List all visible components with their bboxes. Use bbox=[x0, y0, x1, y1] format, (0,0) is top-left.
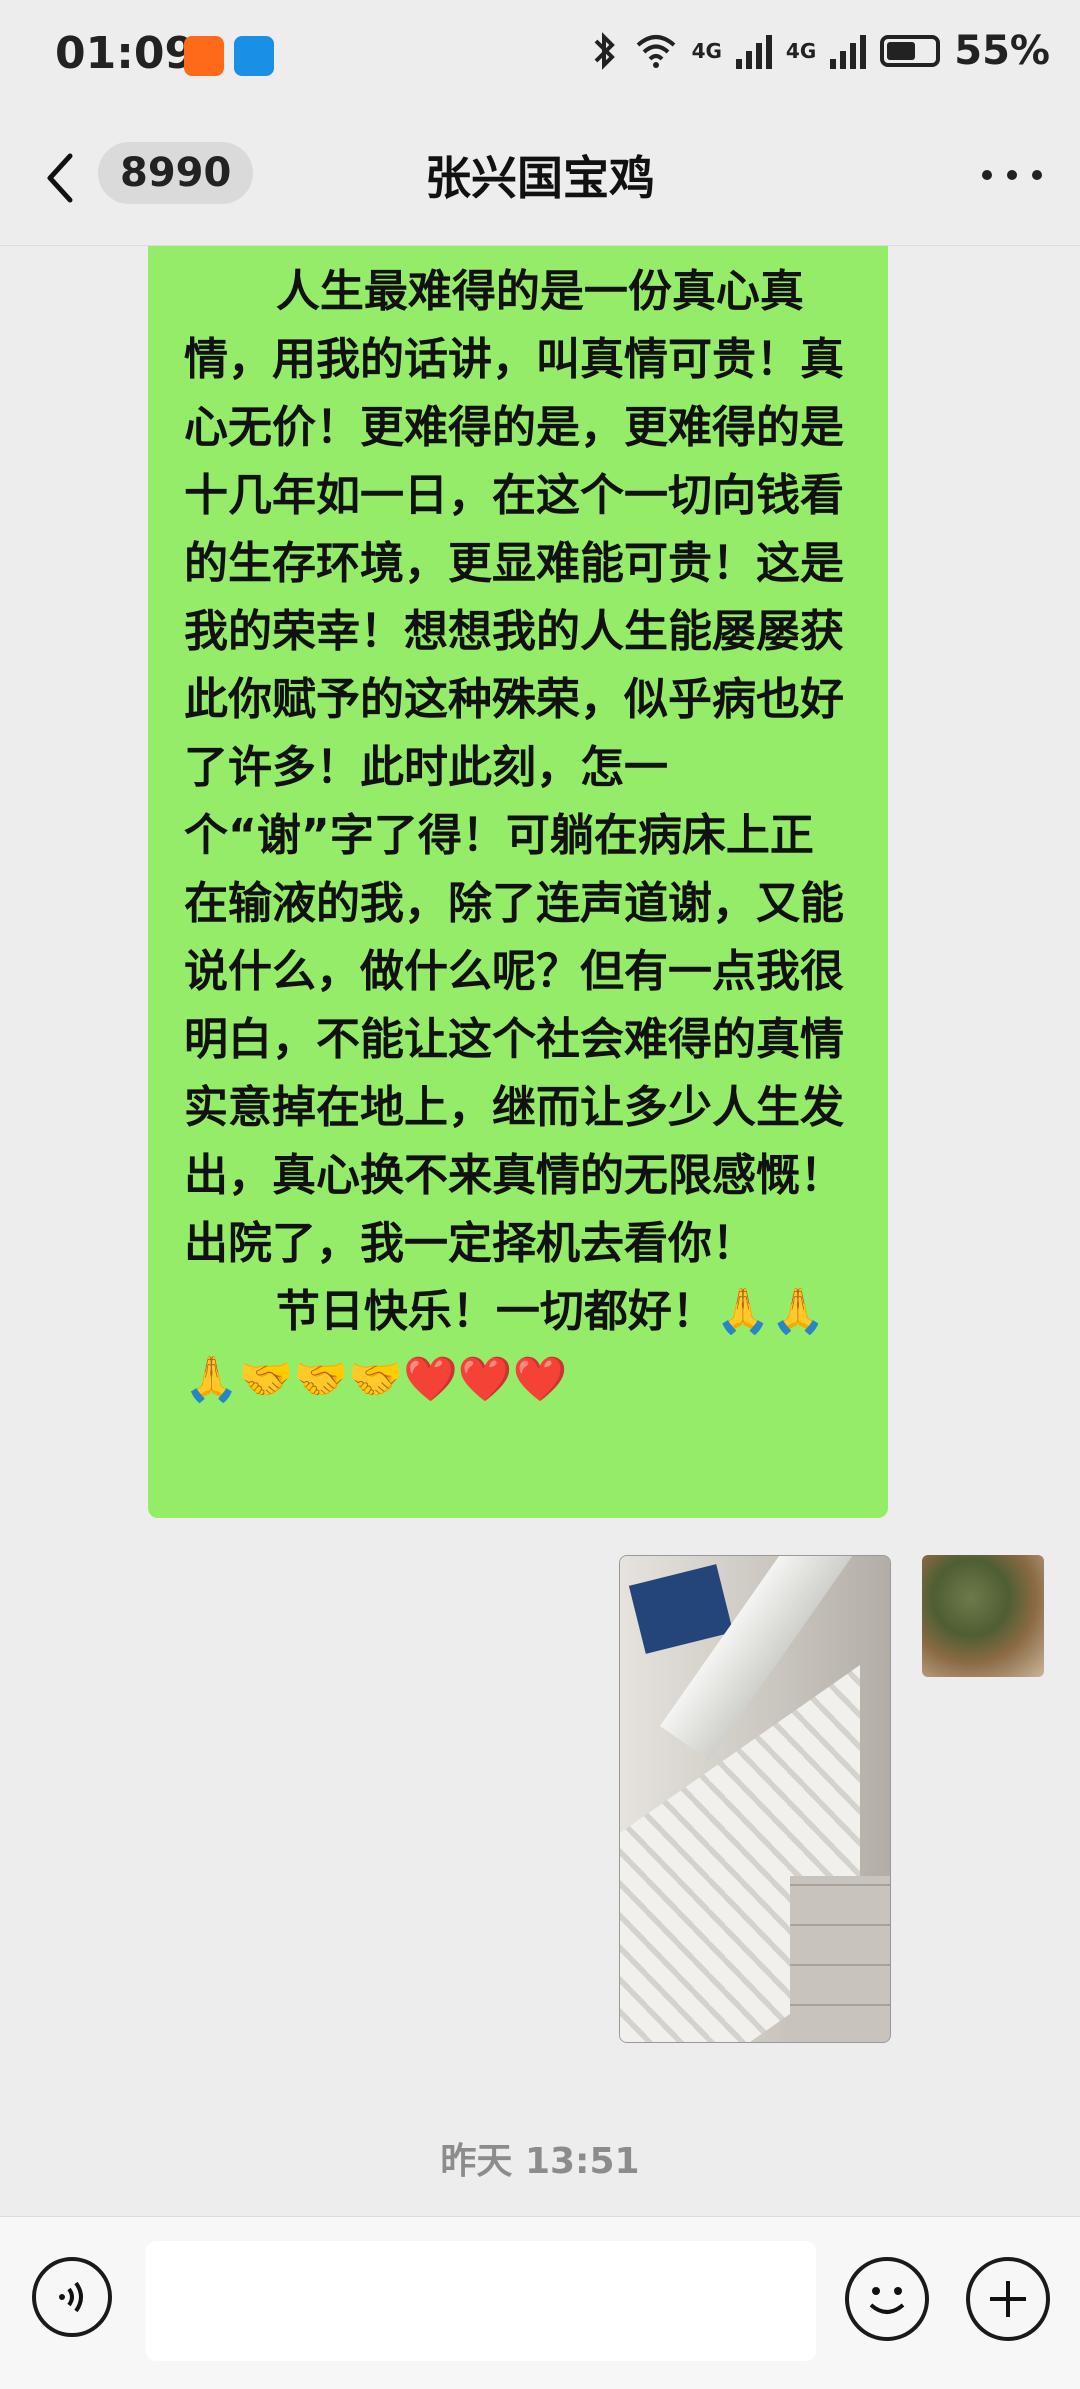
emoji-icon bbox=[869, 2287, 905, 2314]
battery-level: 55% bbox=[954, 28, 1050, 74]
chat-title: 张兴国宝鸡 bbox=[425, 151, 655, 205]
more-options-button[interactable] bbox=[982, 160, 1042, 190]
input-bar bbox=[0, 2216, 1080, 2389]
message-timestamp: 昨天 13:51 bbox=[440, 2141, 640, 2182]
network-type: 4G bbox=[691, 39, 722, 63]
voice-button[interactable] bbox=[32, 2257, 112, 2337]
notification-app-icon-2 bbox=[234, 36, 274, 76]
message-bubble-self[interactable]: 人生最难得的是一份真心真情，用我的话讲，叫真情可贵！真心无价！更难得的是，更难得… bbox=[148, 246, 888, 1518]
network-type-2: 4G bbox=[785, 39, 817, 63]
status-time: 01:09 bbox=[55, 28, 196, 79]
image-message[interactable] bbox=[619, 1555, 891, 2043]
wifi-icon bbox=[636, 35, 675, 68]
status-icons: 4G 4G 55% bbox=[590, 28, 1050, 74]
chat-header: 8990 张兴国宝鸡 bbox=[0, 120, 1080, 246]
more-dots-icon bbox=[982, 170, 992, 180]
signal-icon-2 bbox=[830, 33, 867, 69]
battery-icon bbox=[880, 35, 941, 67]
signal-icon bbox=[735, 33, 772, 69]
emoji-button[interactable] bbox=[845, 2257, 929, 2341]
plus-icon bbox=[990, 2281, 1026, 2317]
message-list[interactable]: 人生最难得的是一份真心真情，用我的话讲，叫真情可贵！真心无价！更难得的是，更难得… bbox=[0, 246, 1080, 2216]
notification-app-icon bbox=[184, 36, 224, 76]
voice-icon bbox=[59, 2281, 83, 2313]
more-functions-button[interactable] bbox=[966, 2257, 1050, 2341]
contact-avatar[interactable] bbox=[922, 1555, 1044, 1677]
bluetooth-icon bbox=[594, 32, 615, 70]
status-bar: 01:09 4G 4G 55% bbox=[0, 0, 1080, 120]
message-input[interactable] bbox=[146, 2241, 816, 2361]
